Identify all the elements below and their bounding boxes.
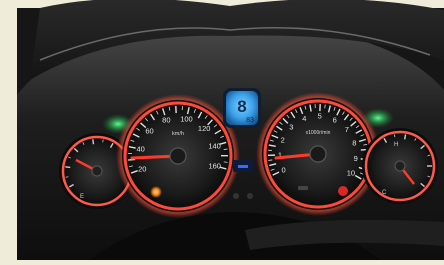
tach-tick-label: 4 bbox=[302, 114, 306, 123]
tach-tick-label: 7 bbox=[345, 125, 349, 134]
temp-hot-label: H bbox=[394, 142, 398, 148]
speedometer: 20 40 60 80 100 120 140 160 km/h bbox=[116, 94, 240, 218]
tach-indicator bbox=[298, 186, 308, 190]
temp-hub bbox=[395, 161, 405, 171]
speed-unit: km/h bbox=[172, 131, 184, 137]
fuel-tick bbox=[103, 140, 104, 143]
dashboard-photo: E 20406080100120140160 km/h 8 83 0123456… bbox=[0, 0, 444, 260]
tach-tick-label: 6 bbox=[333, 115, 337, 124]
tach-hub bbox=[310, 146, 326, 162]
tach-tick-label: 3 bbox=[289, 123, 293, 132]
reset-button bbox=[233, 193, 239, 199]
speed-tick-label: 120 bbox=[198, 124, 211, 133]
speed-tick bbox=[224, 149, 228, 150]
lcd-value: 83 bbox=[246, 117, 254, 124]
tach-tick-label: 9 bbox=[354, 154, 358, 163]
tach-tick-label: 10 bbox=[347, 169, 355, 178]
speed-tick-label: 20 bbox=[138, 165, 146, 174]
speed-tick-label: 80 bbox=[162, 115, 170, 124]
tach-tick-label: 2 bbox=[281, 135, 285, 144]
fuel-tick bbox=[93, 139, 94, 144]
temp-tick bbox=[405, 134, 406, 139]
tachometer: 012345678910 x1000r/min bbox=[256, 92, 380, 216]
speed-tick-label: 140 bbox=[208, 141, 221, 150]
tach-unit: x1000r/min bbox=[306, 130, 331, 136]
instrument-cluster: E 20406080100120140160 km/h 8 83 0123456… bbox=[0, 0, 444, 260]
tach-tick-label: 5 bbox=[318, 112, 322, 121]
fuel-hub bbox=[92, 166, 102, 176]
tach-tick-label: 8 bbox=[352, 139, 356, 148]
speed-tick-label: 160 bbox=[208, 161, 221, 170]
speed-tick-label: 40 bbox=[136, 145, 144, 154]
engine-warning-icon bbox=[338, 186, 348, 196]
tach-tick bbox=[325, 105, 326, 109]
fuel-tick bbox=[65, 167, 70, 168]
temp-cold-label: C bbox=[382, 190, 387, 196]
lcd-gear: 8 bbox=[237, 97, 246, 116]
fuel-empty-label: E bbox=[80, 194, 84, 200]
temperature-gauge: H C bbox=[362, 128, 438, 204]
speed-tick-label: 60 bbox=[145, 126, 153, 135]
speed-tick-label: 100 bbox=[180, 115, 193, 124]
mode-button bbox=[247, 193, 253, 199]
tach-tick-label: 0 bbox=[281, 166, 285, 175]
oil-warning-icon bbox=[150, 186, 162, 198]
speed-tick bbox=[128, 159, 135, 160]
high-beam-icon bbox=[238, 165, 248, 168]
speed-hub bbox=[170, 148, 186, 164]
fuel-tick bbox=[66, 177, 69, 178]
